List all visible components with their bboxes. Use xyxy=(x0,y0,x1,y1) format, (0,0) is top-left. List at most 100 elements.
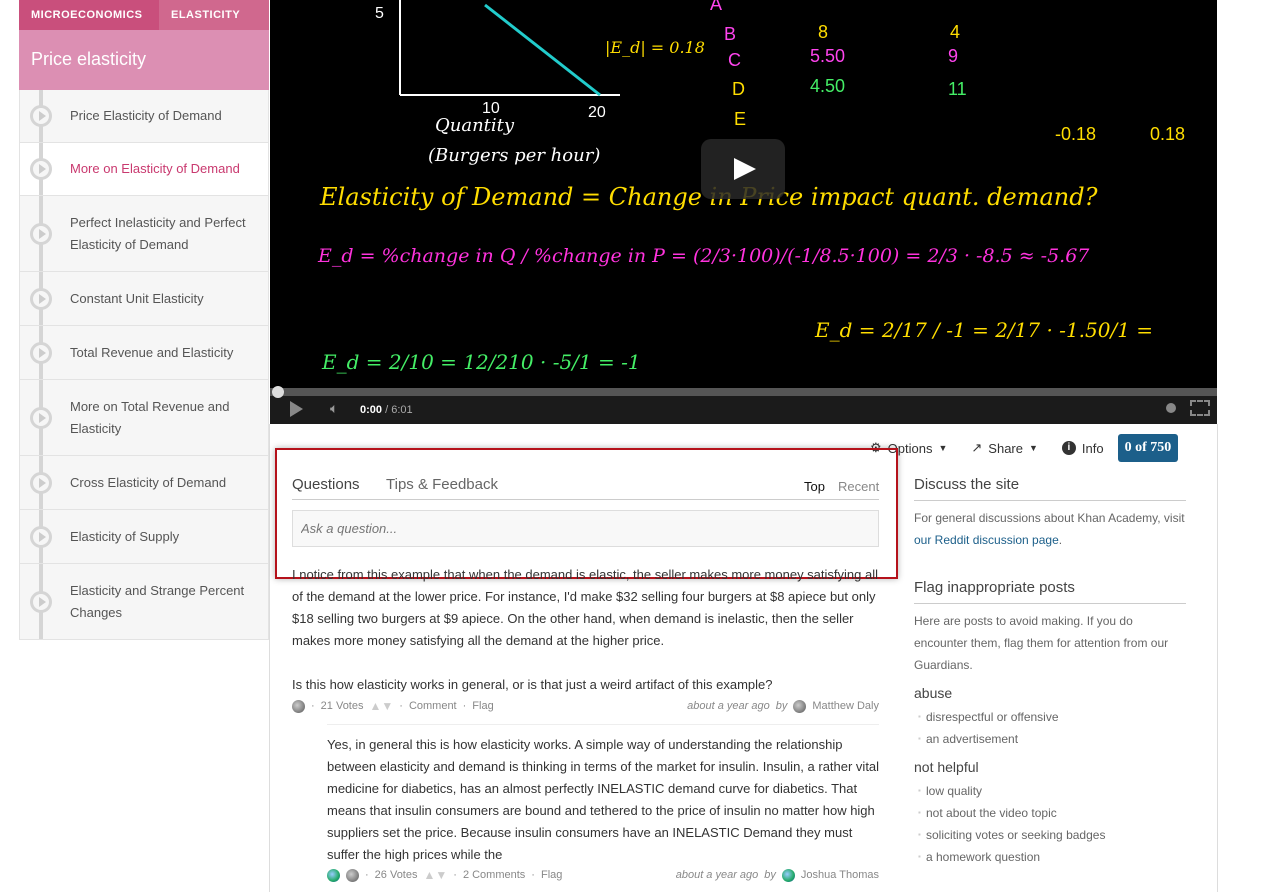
svg-text:A: A xyxy=(710,0,722,14)
play-circle-icon xyxy=(30,222,52,245)
svg-text:8: 8 xyxy=(818,22,828,42)
play-circle-icon xyxy=(30,525,52,548)
flag-reason: not about the video topic xyxy=(914,802,1186,824)
playlist-item-label: Price Elasticity of Demand xyxy=(70,108,222,123)
share-label: Share xyxy=(988,440,1023,456)
divider xyxy=(327,724,879,725)
discuss-text: For general discussions about Khan Acade… xyxy=(914,511,1185,547)
flag-reason: disrespectful or offensive xyxy=(914,706,1186,728)
playlist-item[interactable]: Elasticity of Supply xyxy=(19,510,269,564)
playlist-item-label: Constant Unit Elasticity xyxy=(70,290,204,306)
playlist-item[interactable]: Cross Elasticity of Demand xyxy=(19,456,269,510)
svg-text:5.50: 5.50 xyxy=(810,46,845,66)
playlist-item-label: Elasticity and Strange Percent Changes xyxy=(70,582,245,620)
author-name[interactable]: Joshua Thomas xyxy=(801,869,879,881)
breadcrumb-topic[interactable]: ELASTICITY xyxy=(159,0,269,30)
play-circle-icon xyxy=(30,406,52,429)
flag-reason: soliciting votes or seeking badges xyxy=(914,824,1186,846)
volume-icon[interactable]: 🔈︎ xyxy=(330,400,338,417)
progress-bar[interactable] xyxy=(270,386,1217,398)
reddit-link[interactable]: our Reddit discussion page xyxy=(914,533,1059,547)
playlist-item[interactable]: Elasticity and Strange Percent Changes xyxy=(19,564,269,640)
avatar-icon xyxy=(327,868,340,882)
author-avatar-icon xyxy=(793,699,807,713)
playlist-item[interactable]: More on Elasticity of Demand xyxy=(19,143,269,196)
highlight-box xyxy=(275,448,898,579)
svg-text:9: 9 xyxy=(948,46,958,66)
vote-count: 26 Votes xyxy=(374,869,418,881)
progress-knob[interactable] xyxy=(272,386,284,398)
svg-text:-0.18: -0.18 xyxy=(1055,124,1096,144)
board-text: E_d = 2/17 / -1 = 2/17 · -1.50/1 = xyxy=(815,318,1154,342)
vote-arrows-icon[interactable]: ▲▼ xyxy=(370,699,394,713)
video-player[interactable]: 5 10 20 AB CDE 8 5.50 4.50 4 9 11 0.18 -0.18 … xyxy=(270,0,1217,424)
svg-text:4: 4 xyxy=(950,22,960,42)
author-avatar-icon xyxy=(781,868,795,882)
vote-count: 21 Votes xyxy=(320,700,364,712)
flag-link[interactable]: Flag xyxy=(541,869,562,881)
fullscreen-icon[interactable] xyxy=(1190,400,1210,416)
info-icon: i xyxy=(1061,441,1076,455)
play-circle-icon xyxy=(30,158,52,180)
info-label: Info xyxy=(1081,440,1104,456)
question-body-2: Is this how elasticity works in general,… xyxy=(292,677,773,692)
question-body: I notice from this example that when the… xyxy=(292,567,878,648)
board-text: E_d = %change in Q / %change in P = (2/3… xyxy=(318,245,1090,267)
playlist-item[interactable]: Price Elasticity of Demand xyxy=(19,90,269,143)
time-display: 0:00 / 6:01 xyxy=(360,404,413,416)
flag-reason: an advertisement xyxy=(914,728,1186,750)
caret-down-icon: ▼ xyxy=(938,443,948,453)
svg-text:E: E xyxy=(734,109,746,129)
caret-down-icon: ▼ xyxy=(1029,443,1038,453)
settings-icon[interactable] xyxy=(1166,403,1176,413)
flag-link[interactable]: Flag xyxy=(472,700,493,712)
playlist-item[interactable]: Constant Unit Elasticity xyxy=(19,272,269,326)
playlist-item-label: More on Total Revenue and Elasticity xyxy=(70,398,230,436)
sidebar: MICROECONOMICS ELASTICITY Price elastici… xyxy=(19,0,269,640)
play-overlay-button[interactable] xyxy=(701,139,785,199)
play-circle-icon xyxy=(30,471,52,494)
svg-text:11: 11 xyxy=(948,79,967,99)
share-button[interactable]: ↗ Share ▼ xyxy=(971,440,1038,456)
flag-reason: low quality xyxy=(914,780,1186,802)
answer-text: Yes, in general this is how elasticity w… xyxy=(327,737,880,862)
comments-link[interactable]: 2 Comments xyxy=(463,869,525,881)
vote-arrows-icon[interactable]: ▲▼ xyxy=(424,868,448,882)
discuss-text-body: For general discussions about Khan Acade… xyxy=(914,511,1185,525)
svg-text:5: 5 xyxy=(375,5,384,22)
play-icon[interactable] xyxy=(290,401,303,417)
question-text: I notice from this example that when the… xyxy=(292,564,882,696)
flag-reason: a homework question xyxy=(914,846,1186,868)
playlist-item-label: More on Elasticity of Demand xyxy=(70,161,240,176)
svg-text:B: B xyxy=(724,24,736,44)
info-button[interactable]: i Info xyxy=(1061,440,1104,456)
comment-link[interactable]: Comment xyxy=(409,700,457,712)
play-circle-icon xyxy=(30,590,52,613)
by-label: by xyxy=(775,700,788,712)
flag-text: Here are posts to avoid making. If you d… xyxy=(914,614,1169,672)
board-text: |E_d| = 0.18 xyxy=(605,38,705,57)
playlist-item-label: Cross Elasticity of Demand xyxy=(70,474,227,490)
breadcrumb-subject[interactable]: MICROECONOMICS xyxy=(19,0,159,30)
tutorial-title: Price elasticity xyxy=(19,30,269,90)
playlist-item[interactable]: More on Total Revenue and Elasticity xyxy=(19,380,269,456)
flag-title: Flag inappropriate posts xyxy=(914,577,1186,604)
svg-text:C: C xyxy=(728,50,741,70)
answer-meta: · 26 Votes ▲▼ · 2 Comments · Flag about a yea… xyxy=(327,868,879,882)
video-controls: 🔈︎ 0:00 / 6:01 xyxy=(270,386,1217,424)
playlist-item-label: Total Revenue and Elasticity xyxy=(70,344,234,360)
question-meta: · 21 Votes ▲▼ · Comment · Flag about a year a… xyxy=(292,699,879,713)
energy-points-badge[interactable]: 0 of 750 xyxy=(1117,434,1179,462)
author-name[interactable]: Matthew Daly xyxy=(812,700,879,712)
playlist-item[interactable]: Total Revenue and Elasticity xyxy=(19,326,269,380)
playlist-item[interactable]: Perfect Inelasticity and Perfect Elastic… xyxy=(19,196,269,272)
video-toolbar: ⚙ Options ▼ ↗ Share ▼ i Info 0 of 750 xyxy=(870,434,1179,462)
play-circle-icon xyxy=(30,287,52,310)
post-time: about a year ago xyxy=(687,700,770,712)
current-time: 0:00 xyxy=(360,404,383,416)
svg-text:20: 20 xyxy=(588,104,606,121)
duration: / 6:01 xyxy=(385,404,413,416)
play-circle-icon xyxy=(30,105,52,127)
discuss-title: Discuss the site xyxy=(914,474,1186,501)
board-text: E_d = 2/10 = 12/210 · -5/1 = -1 xyxy=(322,350,641,374)
